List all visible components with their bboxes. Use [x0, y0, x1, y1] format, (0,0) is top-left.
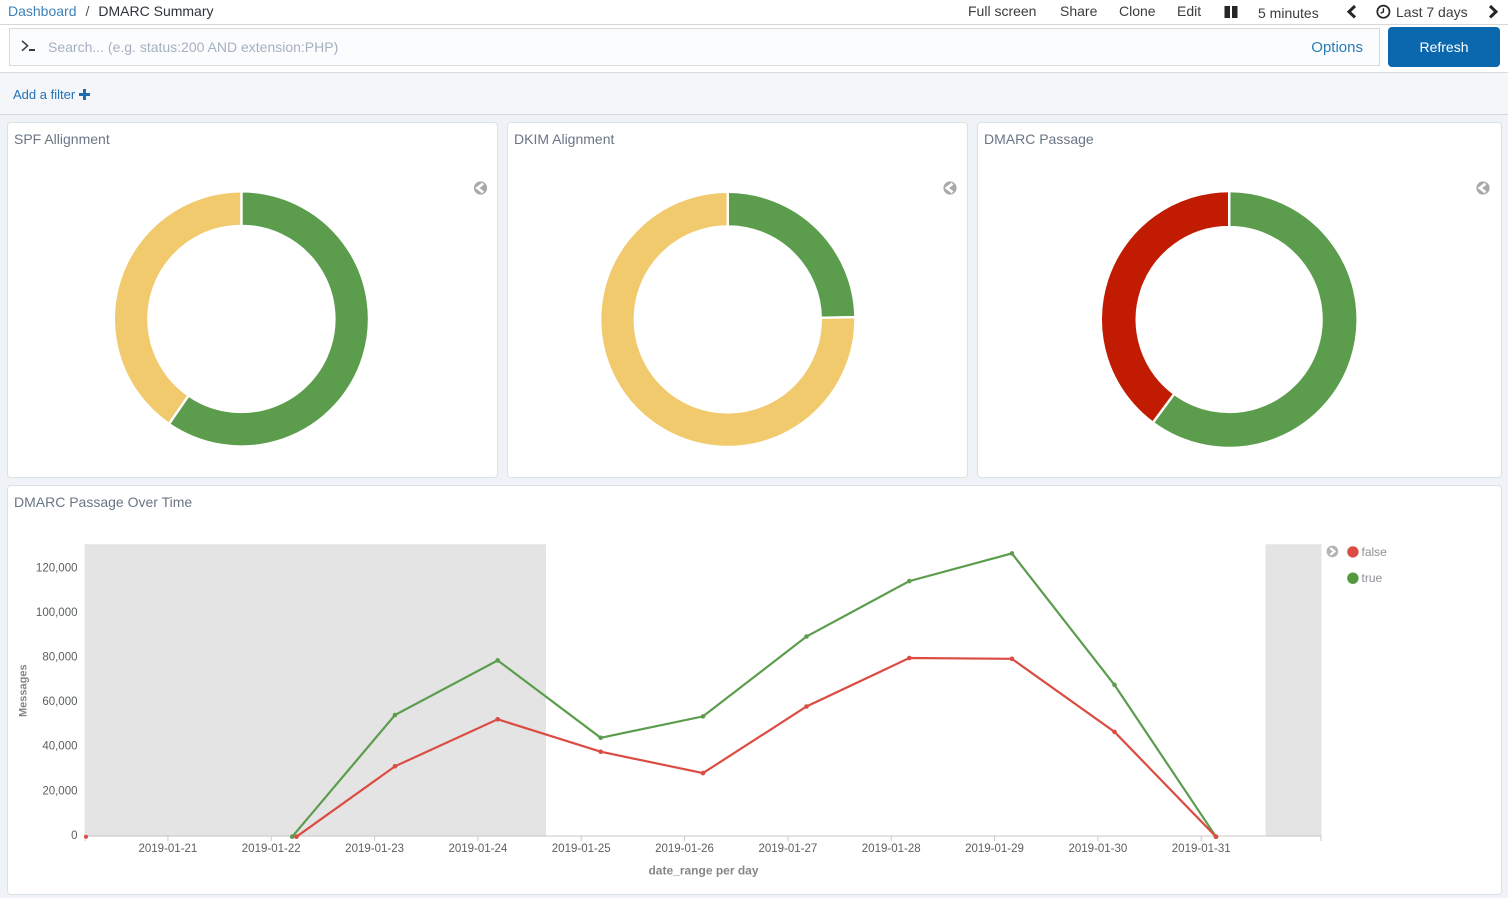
svg-text:date_range per day: date_range per day — [648, 864, 758, 878]
svg-text:2019-01-23: 2019-01-23 — [345, 843, 404, 855]
svg-text:2019-01-27: 2019-01-27 — [758, 843, 817, 855]
svg-text:2019-01-21: 2019-01-21 — [138, 843, 197, 855]
svg-text:100,000: 100,000 — [36, 607, 78, 619]
svg-text:2019-01-26: 2019-01-26 — [655, 843, 714, 855]
svg-text:20,000: 20,000 — [42, 785, 77, 797]
svg-text:true: true — [1362, 571, 1383, 585]
svg-text:Last 7 days: Last 7 days — [1396, 4, 1468, 20]
svg-text:2019-01-29: 2019-01-29 — [965, 843, 1024, 855]
svg-text:2019-01-31: 2019-01-31 — [1172, 843, 1231, 855]
svg-text:5 minutes: 5 minutes — [1258, 5, 1319, 21]
svg-text:2019-01-30: 2019-01-30 — [1068, 843, 1127, 855]
svg-text:false: false — [1362, 545, 1388, 559]
svg-text:2019-01-24: 2019-01-24 — [448, 843, 507, 855]
svg-text:2019-01-25: 2019-01-25 — [552, 843, 611, 855]
svg-text:60,000: 60,000 — [42, 696, 77, 708]
svg-text:2019-01-28: 2019-01-28 — [862, 843, 921, 855]
svg-text:40,000: 40,000 — [42, 741, 77, 753]
svg-text:0: 0 — [71, 830, 77, 842]
svg-text:120,000: 120,000 — [36, 562, 78, 574]
svg-text:80,000: 80,000 — [42, 652, 77, 664]
svg-text:2019-01-22: 2019-01-22 — [242, 843, 301, 855]
svg-text:Messages: Messages — [18, 664, 30, 717]
